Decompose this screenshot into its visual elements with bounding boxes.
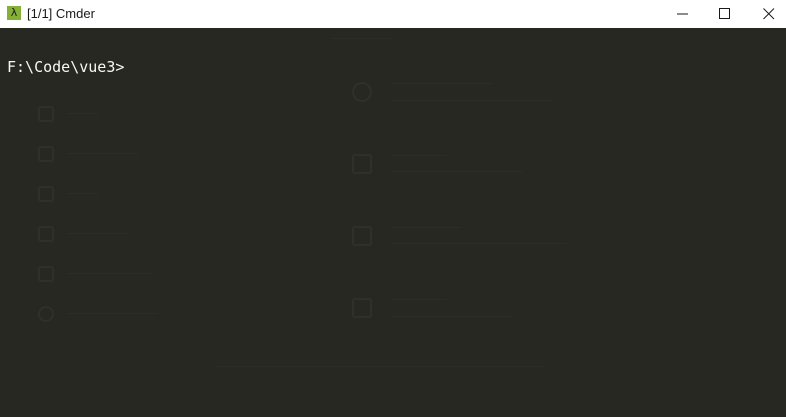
cmder-lambda-icon: λ xyxy=(7,6,21,20)
ghost-artifact xyxy=(68,193,98,194)
ghost-artifact xyxy=(392,155,447,156)
ghost-artifact xyxy=(68,233,128,234)
ghost-artifact xyxy=(392,171,522,172)
ghost-artifact xyxy=(352,154,372,174)
ghost-artifact xyxy=(215,366,545,367)
ghost-artifact xyxy=(392,227,462,228)
ghost-artifact xyxy=(352,226,372,246)
cmder-window: λ [1/1] Cmder F:\Code\vue3> xyxy=(0,0,786,417)
ghost-artifact xyxy=(38,306,54,322)
ghost-artifact xyxy=(38,106,54,122)
ghost-artifact xyxy=(38,226,54,242)
close-icon xyxy=(763,8,775,20)
ghost-artifact xyxy=(392,243,567,244)
maximize-button[interactable] xyxy=(702,0,748,28)
minimize-button[interactable] xyxy=(660,0,706,28)
ghost-artifact xyxy=(68,153,138,154)
ghost-artifact xyxy=(392,83,492,84)
command-prompt[interactable]: F:\Code\vue3> xyxy=(7,58,124,76)
ghost-artifact xyxy=(68,273,153,274)
ghost-artifact xyxy=(38,266,54,282)
ghost-artifact xyxy=(392,299,447,300)
minimize-icon xyxy=(677,13,688,15)
ghost-artifact xyxy=(38,186,54,202)
ghost-artifact xyxy=(68,313,158,314)
ghost-artifact xyxy=(38,146,54,162)
window-title: [1/1] Cmder xyxy=(27,6,95,21)
ghost-artifact xyxy=(352,298,372,318)
console-area[interactable]: F:\Code\vue3> xyxy=(0,28,786,417)
ghost-artifact xyxy=(68,113,98,114)
close-button[interactable] xyxy=(746,0,786,28)
ghost-artifact xyxy=(352,82,372,102)
ghost-artifact xyxy=(392,316,512,317)
maximize-icon xyxy=(719,8,730,19)
ghost-artifact xyxy=(392,100,552,101)
title-bar[interactable]: λ [1/1] Cmder xyxy=(0,0,786,28)
ghost-artifact xyxy=(332,38,392,39)
